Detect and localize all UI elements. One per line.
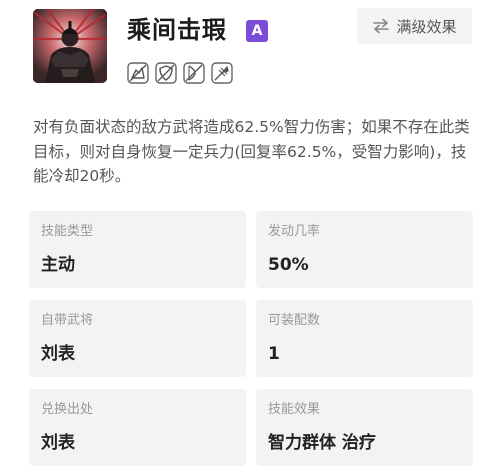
skill-portrait-icon: [33, 9, 107, 83]
archer-icon: [183, 62, 205, 84]
info-label: 技能类型: [41, 224, 94, 239]
info-label: 可装配数: [268, 313, 321, 328]
swap-arrows-icon: [372, 18, 390, 34]
info-card-trigger-rate: 发动几率 50%: [256, 211, 473, 288]
info-value: 1: [268, 344, 280, 364]
info-label: 发动几率: [268, 224, 321, 239]
troop-type-icons: [127, 62, 239, 84]
cavalry-icon: [127, 62, 149, 84]
info-value: 智力群体 治疗: [268, 433, 376, 453]
info-value: 刘表: [41, 433, 75, 453]
shield-icon: [155, 62, 177, 84]
max-effect-label: 满级效果: [396, 17, 457, 36]
skill-name: 乘间击瑕: [127, 16, 227, 44]
grade-badge: A: [246, 20, 268, 42]
info-card-source: 兑换出处 刘表: [29, 389, 246, 466]
info-value: 刘表: [41, 344, 75, 364]
skill-description: 对有负面状态的敌方武将造成62.5%智力伤害；如果不存在此类目标，则对自身恢复一…: [33, 118, 470, 185]
info-label: 兑换出处: [41, 402, 94, 417]
max-effect-button[interactable]: 满级效果: [357, 8, 472, 44]
info-value: 主动: [41, 255, 75, 275]
info-card-effect: 技能效果 智力群体 治疗: [256, 389, 473, 466]
info-card-skill-type: 技能类型 主动: [29, 211, 246, 288]
info-card-equip-count: 可装配数 1: [256, 300, 473, 377]
spear-icon: [211, 62, 233, 84]
info-label: 技能效果: [268, 402, 321, 417]
info-value: 50%: [268, 255, 309, 275]
info-label: 自带武将: [41, 313, 94, 328]
info-card-general: 自带武将 刘表: [29, 300, 246, 377]
